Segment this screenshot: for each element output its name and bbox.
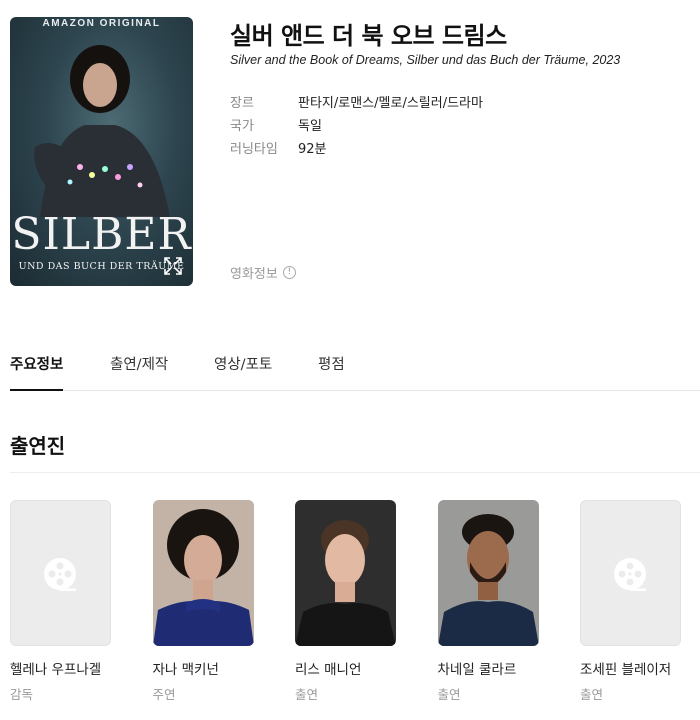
cast-card[interactable]: 헬레나 우프나겔 감독 bbox=[10, 500, 111, 703]
tab-bar: 주요정보 출연/제작 영상/포토 평점 bbox=[10, 345, 700, 391]
info-value: 독일 bbox=[298, 119, 322, 134]
movie-title: 실버 앤드 더 북 오브 드림스 bbox=[230, 22, 507, 50]
expand-icon[interactable] bbox=[163, 256, 183, 276]
cast-photo bbox=[152, 500, 254, 646]
cast-list: 헬레나 우프나겔 감독 자나 맥키넌 주연 리스 매니언 출연 차네일 쿨라르 … bbox=[10, 500, 681, 703]
cast-card[interactable]: 리스 매니언 출연 bbox=[295, 500, 396, 703]
portrait-image bbox=[152, 500, 254, 646]
poster-brand: AMAZON ORIGINAL bbox=[42, 18, 161, 29]
movie-poster[interactable]: AMAZON ORIGINAL SILBER UND DAS BUCH DER … bbox=[10, 17, 193, 286]
movie-info-label: 영화정보 bbox=[230, 267, 278, 282]
poster-title: SILBER bbox=[11, 209, 192, 260]
movie-info-link[interactable]: 영화정보 ! bbox=[230, 263, 296, 282]
info-key: 러닝타임 bbox=[230, 142, 278, 157]
cast-role: 출연 bbox=[295, 687, 319, 702]
info-key: 장르 bbox=[230, 96, 254, 111]
cast-photo bbox=[295, 500, 396, 646]
original-title: Silver and the Book of Dreams, Silber un… bbox=[230, 53, 621, 67]
movie-info-table: 장르 판타지/로맨스/멜로/스릴러/드라마 국가 독일 러닝타임 92분 bbox=[230, 92, 483, 161]
info-row-runtime: 러닝타임 92분 bbox=[230, 138, 483, 161]
cast-photo-placeholder bbox=[580, 500, 681, 646]
cast-photo bbox=[437, 500, 539, 646]
portrait-image bbox=[295, 500, 396, 646]
cast-name[interactable]: 헬레나 우프나겔 bbox=[10, 658, 111, 678]
film-reel-icon bbox=[44, 558, 76, 591]
section-divider bbox=[10, 472, 700, 473]
info-value: 92분 bbox=[298, 142, 327, 157]
info-value: 판타지/로맨스/멜로/스릴러/드라마 bbox=[298, 96, 483, 111]
tab-main-info[interactable]: 주요정보 bbox=[10, 353, 64, 391]
cast-name[interactable]: 리스 매니언 bbox=[295, 658, 396, 678]
tab-ratings[interactable]: 평점 bbox=[318, 353, 345, 389]
tab-cast-production[interactable]: 출연/제작 bbox=[110, 353, 168, 389]
cast-role: 출연 bbox=[437, 687, 461, 702]
portrait-image bbox=[437, 500, 539, 646]
cast-name[interactable]: 차네일 쿨라르 bbox=[438, 658, 539, 678]
section-title: 출연진 bbox=[10, 434, 66, 458]
cast-role: 감독 bbox=[10, 687, 34, 702]
info-icon[interactable]: ! bbox=[282, 266, 296, 279]
cast-name[interactable]: 조세핀 블레이저 bbox=[580, 658, 681, 678]
info-row-genre: 장르 판타지/로맨스/멜로/스릴러/드라마 bbox=[230, 92, 483, 115]
info-key: 국가 bbox=[230, 119, 254, 134]
cast-role: 주연 bbox=[152, 687, 176, 702]
cast-card[interactable]: 조세핀 블레이저 출연 bbox=[580, 500, 681, 703]
cast-name[interactable]: 자나 맥키넌 bbox=[153, 658, 254, 678]
film-reel-icon bbox=[614, 558, 646, 591]
cast-card[interactable]: 차네일 쿨라르 출연 bbox=[437, 500, 539, 703]
cast-photo-placeholder bbox=[10, 500, 111, 646]
tab-video-photo[interactable]: 영상/포토 bbox=[214, 353, 272, 389]
info-row-country: 국가 독일 bbox=[230, 115, 483, 138]
cast-role: 출연 bbox=[580, 687, 604, 702]
cast-card[interactable]: 자나 맥키넌 주연 bbox=[152, 500, 254, 703]
